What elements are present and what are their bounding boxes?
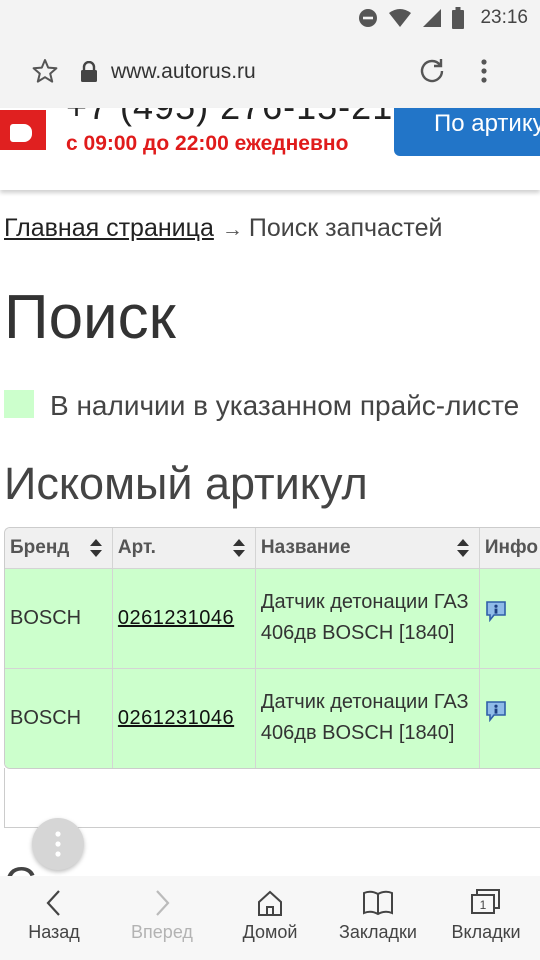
wifi-icon [389,9,412,27]
site-logo[interactable] [0,110,46,150]
column-header-info[interactable]: Инфо [479,528,540,569]
tabs-icon: 1 [471,889,500,914]
lock-icon[interactable] [80,61,98,83]
cell-brand: BOSCH [5,668,113,768]
signal-icon [423,9,442,27]
results-table: Бренд Арт. Название Инфо BOSCH 026123104… [5,528,540,768]
working-hours: с 09:00 до 22:00 ежедневно [66,132,349,155]
sort-icon[interactable] [232,539,245,557]
nav-back-button[interactable]: Назад [0,876,108,960]
cell-article: 0261231046 [112,568,256,669]
browser-toolbar: www.autorus.ru [0,36,540,108]
url-field[interactable]: www.autorus.ru [111,60,256,84]
back-arrow-icon [46,890,60,916]
nav-tabs-button[interactable]: 1 Вкладки [432,876,540,960]
status-bar: 23:16 [0,0,540,36]
vertical-dots-icon [55,831,61,857]
info-icon[interactable] [485,600,507,622]
table-row: BOSCH 0261231046 Датчик детонации ГАЗ 40… [5,668,540,768]
reload-icon[interactable] [418,57,446,85]
clock: 23:16 [480,7,528,28]
forward-arrow-icon [156,890,170,916]
nav-forward-button[interactable]: Вперед [108,876,216,960]
column-header-label: Инфо [484,536,538,558]
column-header-brand[interactable]: Бренд [5,528,113,569]
legend-text: В наличии в указанном прайс-листе [50,390,520,421]
table-footer-area [4,768,540,828]
nav-forward-label: Вперед [131,922,193,942]
breadcrumb-current: Поиск запчастей [248,214,443,242]
nav-home-button[interactable]: Домой [216,876,324,960]
cell-brand: BOSCH [5,568,113,669]
column-header-label: Бренд [10,536,70,558]
column-header-label: Арт. [117,536,156,558]
nav-bookmarks-button[interactable]: Закладки [324,876,432,960]
article-link[interactable]: 0261231046 [118,707,234,729]
battery-icon [452,7,465,29]
column-header-label: Название [260,536,351,558]
table-header-row: Бренд Арт. Название Инфо [5,528,540,569]
overflow-menu-icon[interactable] [480,58,488,84]
column-header-name[interactable]: Название [255,528,480,569]
nav-bookmarks-label: Закладки [339,922,417,942]
legend-swatch [4,390,34,418]
search-by-article-button[interactable]: По артикулу [394,108,540,156]
bookmarks-book-icon [363,890,393,916]
tabs-count: 1 [480,898,487,912]
cell-name: Датчик детонации ГАЗ 406дв BOSCH [1840] [255,668,480,768]
page-title: Поиск [4,283,176,352]
article-link[interactable]: 0261231046 [118,607,234,629]
nav-back-label: Назад [28,922,80,942]
table-row: BOSCH 0261231046 Датчик детонации ГАЗ 40… [5,568,540,669]
bookmark-star-icon[interactable] [32,58,58,84]
breadcrumb-separator: → [221,218,243,241]
section-title: Искомый артикул [4,458,368,509]
breadcrumb-home-link[interactable]: Главная страница [4,214,214,242]
nav-tabs-label: Вкладки [451,922,521,942]
phone-number[interactable]: +7 (495) 276-15-21 [66,108,393,128]
breadcrumb: Главная страница → Поиск запчастей [4,214,442,243]
dnd-icon [359,9,378,27]
floating-menu-button[interactable] [32,818,84,870]
results-table-container: Бренд Арт. Название Инфо BOSCH 026123104… [4,527,540,769]
sort-icon[interactable] [89,539,102,557]
home-icon [258,890,282,916]
cell-article: 0261231046 [112,668,256,768]
cell-info [479,668,540,768]
nav-home-label: Домой [242,922,298,942]
info-icon[interactable] [485,700,507,722]
sort-icon[interactable] [456,539,469,557]
column-header-article[interactable]: Арт. [112,528,256,569]
site-header: +7 (495) 276-15-21 с 09:00 до 22:00 ежед… [0,108,540,190]
bottom-navigation: Назад Вперед Домой Закладки 1 Вкладки [0,876,540,960]
cell-info [479,568,540,669]
cell-name: Датчик детонации ГАЗ 406дв BOSCH [1840] [255,568,480,669]
